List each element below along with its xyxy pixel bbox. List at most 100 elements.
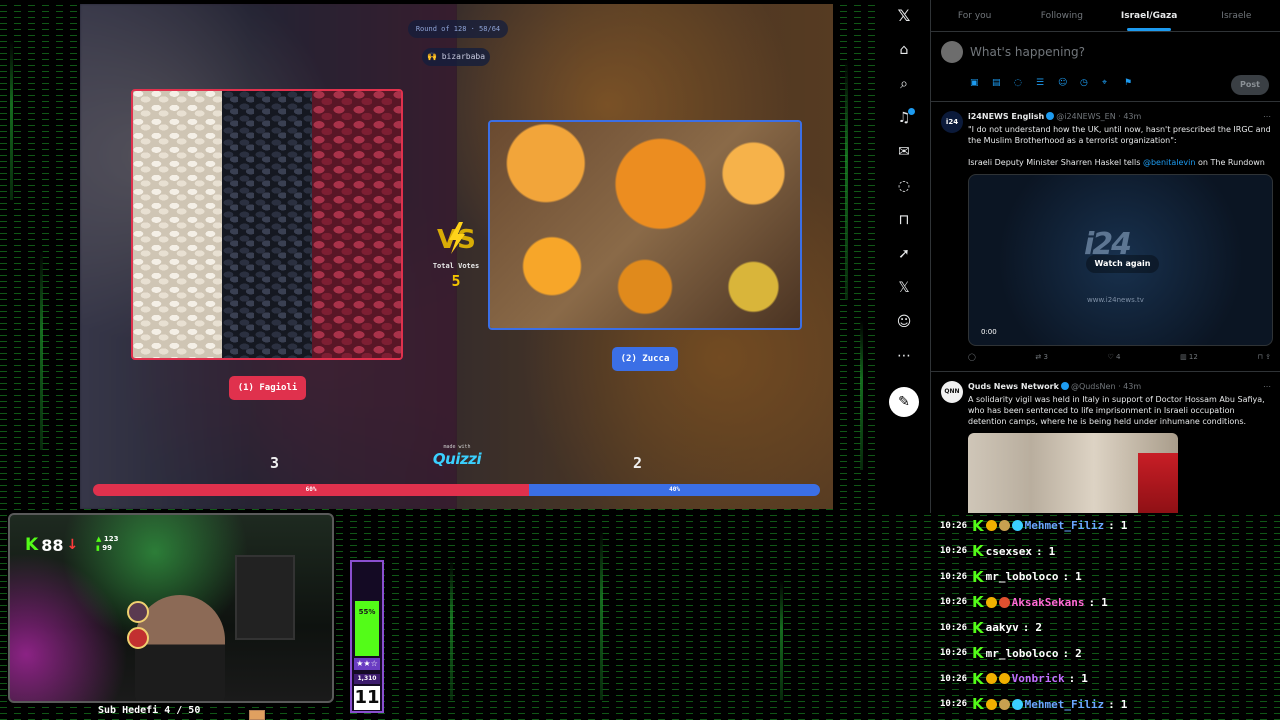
chat-username[interactable]: csexsex — [986, 545, 1032, 558]
more-icon[interactable]: ⋯ — [1263, 111, 1271, 122]
image-icon[interactable]: ▣ — [970, 78, 985, 88]
views-button[interactable]: ▥ 12 — [1180, 352, 1198, 363]
gif-icon[interactable]: ▤ — [992, 78, 1007, 88]
chat-time: 10:26 — [940, 699, 968, 710]
avatar[interactable] — [941, 41, 963, 63]
chat-username[interactable]: aakyv — [986, 621, 1019, 634]
chat-badge-icon — [998, 596, 1010, 608]
tweet[interactable]: QNN Quds News Network @QudsNen · 43m ⋯ A … — [931, 372, 1280, 513]
compose-input[interactable]: What's happening? — [970, 45, 1085, 59]
more-icon[interactable]: ⋯ — [1263, 381, 1271, 392]
message-icon[interactable]: ✉ — [894, 142, 914, 162]
tweet-time: · 43m — [1118, 382, 1142, 391]
chat-badge-icon — [998, 698, 1010, 710]
mention-link[interactable]: @benitalevin — [1143, 158, 1196, 167]
chat-text: 1 — [1081, 672, 1088, 686]
compose-icon[interactable]: ✎ — [889, 387, 919, 417]
sub-goal: Sub Hedefi 4 / 50 — [98, 705, 201, 716]
x-logo-icon[interactable]: 𝕏 — [894, 6, 914, 26]
kick-badge-icon: K — [972, 593, 984, 612]
right-vote-count: 2 — [633, 454, 643, 472]
quizzi-logo: Quizzi — [432, 450, 482, 468]
chat-username[interactable]: AksakSekans — [1012, 596, 1085, 609]
rocket-icon[interactable]: ➚ — [894, 244, 914, 264]
bookmark-icon[interactable]: ⊓ — [894, 210, 914, 230]
emoji-icon[interactable]: ☺ — [1058, 78, 1073, 88]
notification-dot — [908, 108, 915, 115]
poll-icon[interactable]: ☰ — [1036, 78, 1051, 88]
video-player[interactable]: i24 Watch again www.i24news.tv 0:00 — [968, 174, 1273, 346]
tweet-header: Quds News Network @QudsNen · 43m — [968, 381, 1271, 392]
tweet-text: A solidarity vigil was held in Italy in … — [968, 395, 1265, 426]
option-card-left[interactable] — [131, 89, 403, 360]
post-button[interactable]: Post — [1231, 75, 1269, 95]
option-card-right[interactable] — [488, 120, 802, 330]
like-button[interactable]: ♡ 4 — [1108, 352, 1121, 363]
video-time: 0:00 — [981, 328, 997, 336]
chat-time: 10:26 — [940, 571, 968, 582]
total-votes-label: Total Votes — [432, 262, 480, 270]
tweet-image[interactable] — [968, 433, 1178, 513]
vote-progress-bar: 60% 40% — [93, 484, 820, 496]
meter-percent: 55% — [356, 608, 378, 616]
tweet-author[interactable]: i24NEWS English — [968, 112, 1044, 121]
chat-badge-icon — [998, 520, 1010, 532]
chat-text: 1 — [1120, 519, 1128, 533]
chat-time: 10:26 — [940, 520, 968, 531]
chat-message: 10:26 K Mehmet_Filiz:1 — [940, 513, 1280, 539]
bookmark-icon[interactable]: ⊓ ⇪ — [1257, 352, 1271, 363]
watch-again-button[interactable]: Watch again — [1086, 255, 1159, 273]
follower-count: 88 — [41, 535, 64, 555]
tweet-avatar[interactable]: i24 — [941, 111, 963, 133]
made-with-badge[interactable]: made with Quizzi — [430, 444, 484, 468]
search-icon[interactable]: ⌕ — [894, 74, 914, 94]
chat-badge-icon — [985, 520, 997, 532]
kick-icon: K — [25, 535, 39, 555]
retweet-button[interactable]: ⇄ 3 — [1035, 352, 1048, 363]
gift-icon — [249, 710, 265, 720]
tweet-avatar[interactable]: QNN — [941, 381, 963, 403]
chat-username[interactable]: Vonbrick — [1012, 672, 1065, 685]
home-icon[interactable]: ⌂ — [894, 40, 914, 60]
tweet-handle[interactable]: @QudsNen — [1071, 382, 1116, 391]
chat-time: 10:26 — [940, 622, 968, 633]
creator-badge[interactable]: 🙌 bizarbaba — [422, 48, 490, 66]
meter-count: 1,310 — [354, 674, 380, 684]
tweet-author[interactable]: Quds News Network — [968, 382, 1059, 391]
chat-username[interactable]: mr_loboloco — [986, 570, 1059, 583]
more-icon[interactable]: ⋯ — [894, 346, 914, 366]
grok-icon[interactable]: ◌ — [1014, 78, 1029, 88]
badge-avatar — [127, 627, 149, 649]
option-left-button[interactable]: (1) Fagioli — [229, 376, 306, 400]
grok-icon[interactable]: ◌ — [894, 176, 914, 196]
schedule-icon[interactable]: ◷ — [1080, 78, 1095, 88]
follower-badge: K 88 ↓ — [25, 535, 78, 555]
chat-separator: : — [1088, 595, 1096, 609]
tweet-text-2: Israeli Deputy Minister Sharren Haskel t… — [968, 158, 1265, 167]
tweet-time: · 43m — [1118, 112, 1142, 121]
chat-text: 1 — [1075, 570, 1082, 584]
badge-avatar — [127, 601, 149, 623]
profile-icon[interactable]: ☺ — [894, 312, 914, 332]
chat-time: 10:26 — [940, 546, 968, 557]
chat-username[interactable]: Mehmet_Filiz — [1025, 698, 1104, 711]
tweet[interactable]: i24 i24NEWS English @i24NEWS_EN · 43m ⋯ "… — [931, 102, 1280, 372]
location-icon[interactable]: ⌖ — [1102, 78, 1117, 88]
chat-badge-icon — [1011, 520, 1023, 532]
x-premium-icon[interactable]: 𝕏 — [894, 278, 914, 298]
chat-message: 10:26 Kmr_loboloco:2 — [940, 641, 1280, 667]
chat-separator: : — [1022, 621, 1030, 635]
video-site-text: www.i24news.tv — [1087, 296, 1144, 304]
chat-badge-icon — [998, 673, 1010, 685]
option-right-button[interactable]: (2) Zucca — [612, 347, 678, 371]
x-feed: For you Following Israel/Gaza Israele Wh… — [930, 0, 1280, 513]
stars-icon: ★★☆ — [354, 658, 380, 670]
reply-icon[interactable]: ◯ — [968, 352, 976, 363]
chat-username[interactable]: Mehmet_Filiz — [1025, 519, 1104, 532]
chat-separator: : — [1062, 646, 1070, 660]
kick-badge-icon: K — [972, 695, 984, 714]
hype-meter: 55% ★★☆ 1,310 11 — [350, 560, 384, 713]
chat-username[interactable]: mr_loboloco — [986, 647, 1059, 660]
flag-icon[interactable]: ⚑ — [1124, 78, 1139, 88]
tweet-handle[interactable]: @i24NEWS_EN — [1056, 112, 1115, 121]
